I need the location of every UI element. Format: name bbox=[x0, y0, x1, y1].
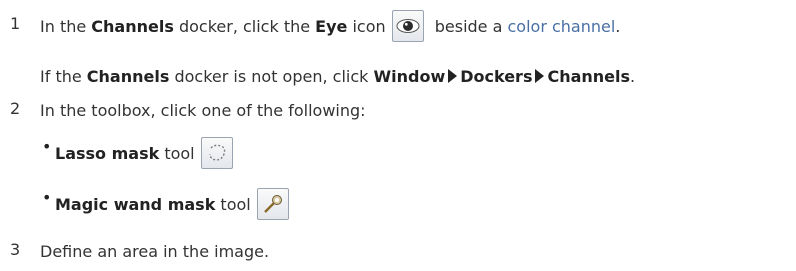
step-1-text-4: beside a bbox=[429, 16, 508, 36]
lasso-mask-tool-text: tool bbox=[159, 143, 195, 163]
eye-icon bbox=[391, 10, 424, 42]
color-channel-link[interactable]: color channel bbox=[508, 17, 616, 36]
option-magic-wand-mask: Magic wand mask tool bbox=[55, 187, 295, 221]
lasso-mask-tool-icon bbox=[200, 137, 233, 169]
step-3-number: 3 bbox=[10, 240, 21, 259]
triangle-right-icon bbox=[448, 69, 458, 83]
menu-window: Window bbox=[373, 66, 446, 86]
menu-dockers: Dockers bbox=[460, 66, 533, 86]
lasso-mask-label: Lasso mask bbox=[55, 143, 160, 163]
menu-channels: Channels bbox=[547, 66, 631, 86]
step-1-note-text-3: . bbox=[630, 66, 636, 86]
magic-wand-mask-tool-icon bbox=[256, 188, 289, 220]
step-3-text: Define an area in the image. bbox=[40, 240, 269, 262]
bullet: • bbox=[42, 137, 52, 156]
step-1-text-1: In the bbox=[40, 16, 92, 36]
step-3-text-content: Define an area in the image. bbox=[40, 241, 270, 261]
step-1-text-2: docker, click the bbox=[173, 16, 316, 36]
step-1-number: 1 bbox=[10, 14, 21, 33]
channels-docker-label: Channels bbox=[91, 16, 174, 36]
step-1-note-text-2: docker is not open, click bbox=[169, 66, 374, 86]
step-1-text-5: . bbox=[615, 16, 621, 36]
option-lasso-mask: Lasso mask tool bbox=[55, 136, 239, 170]
step-1-note-text-1: If the bbox=[40, 66, 87, 86]
bullet: • bbox=[42, 188, 52, 207]
step-2-number: 2 bbox=[10, 99, 21, 118]
triangle-right-icon bbox=[535, 69, 545, 83]
magic-wand-mask-label: Magic wand mask bbox=[55, 194, 216, 214]
step-2-text: In the toolbox, click one of the followi… bbox=[40, 99, 366, 121]
step-2-text-content: In the toolbox, click one of the followi… bbox=[40, 100, 366, 120]
step-1-text-3: icon bbox=[347, 16, 386, 36]
step-1-text: In the Channels docker, click the Eye ic… bbox=[40, 10, 620, 42]
magic-wand-mask-tool-text: tool bbox=[215, 194, 251, 214]
step-1-note: If the Channels docker is not open, clic… bbox=[40, 64, 635, 88]
channels-label: Channels bbox=[86, 66, 170, 86]
eye-label: Eye bbox=[315, 16, 348, 36]
